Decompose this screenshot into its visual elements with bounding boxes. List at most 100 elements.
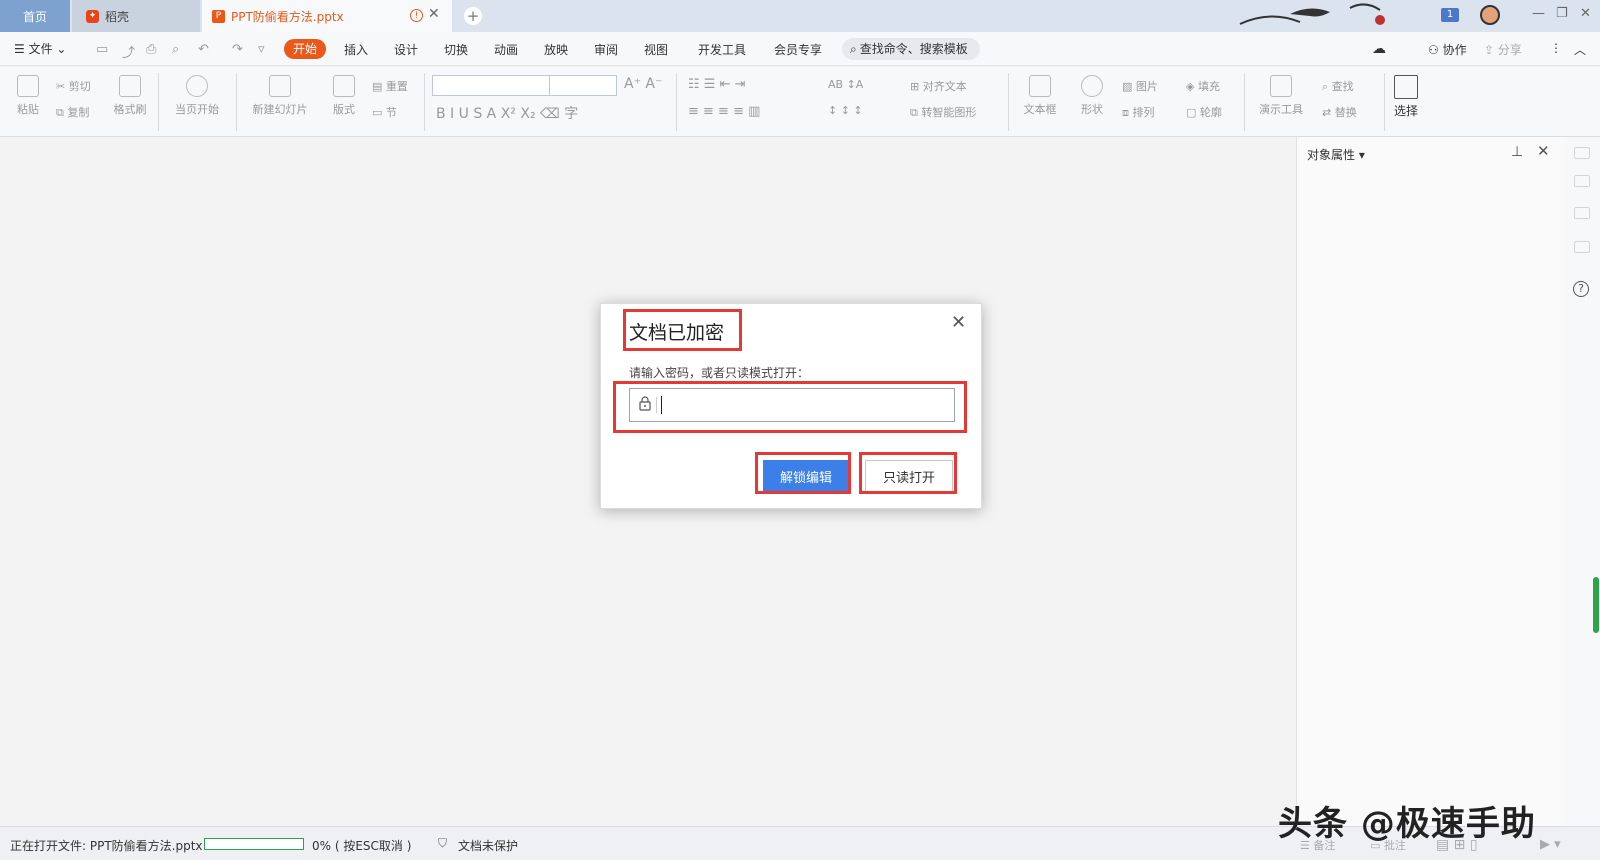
menu-animation[interactable]: 动画 [494, 41, 518, 58]
ribbon-divider [1244, 73, 1245, 131]
smart-art-button[interactable]: ⧉ 转智能图形 [910, 104, 976, 120]
paste-button[interactable]: 粘贴 [12, 75, 44, 117]
side-list-icon[interactable] [1574, 175, 1590, 187]
avatar[interactable] [1480, 5, 1500, 25]
file-menu[interactable]: ☰ 文件 ⌄ [14, 40, 66, 57]
unlock-edit-button[interactable]: 解锁编辑 [763, 460, 849, 492]
redo-icon[interactable]: ↷ [232, 42, 243, 57]
ribbon-divider [158, 73, 159, 131]
protection-status[interactable]: 文档未保护 [458, 837, 518, 854]
play-from-current-button[interactable]: 当页开始 [166, 75, 228, 117]
find-button[interactable]: ⌕ 查找 [1322, 78, 1354, 94]
close-dialog-icon[interactable]: ✕ [951, 312, 966, 333]
menu-transition[interactable]: 切换 [444, 41, 468, 58]
text-direction-icon[interactable]: AB ↕A [828, 78, 863, 91]
help-icon[interactable]: ? [1573, 281, 1589, 297]
lock-icon [639, 396, 651, 411]
side-toolbar: ? [1564, 137, 1600, 826]
align-text-button[interactable]: ⊞ 对齐文本 [910, 78, 967, 94]
menu-design[interactable]: 设计 [394, 41, 418, 58]
brush-icon [119, 75, 141, 97]
fill-button[interactable]: ◈ 填充 [1186, 78, 1220, 94]
select-button[interactable]: 选择 [1394, 75, 1418, 119]
font-grow-icon[interactable]: A⁺ A⁻ [624, 76, 662, 92]
undo-icon[interactable]: ↶ [198, 42, 209, 57]
more-icon[interactable]: ⋮ [1550, 41, 1562, 55]
command-search[interactable]: ⌕ 查找命令、搜索模板 [842, 38, 980, 60]
copy-button[interactable]: ⧉ 复制 [56, 104, 89, 120]
panel-title[interactable]: 对象属性 ▾ [1307, 146, 1365, 163]
tab-daoke[interactable]: ✦ 稻壳 [72, 0, 200, 32]
preview-icon[interactable]: ⌕ [172, 42, 179, 57]
ribbon-divider [236, 73, 237, 131]
ppt-file-icon: P [212, 9, 225, 23]
section-button[interactable]: ▭ 节 [372, 104, 397, 120]
password-input[interactable] [629, 388, 955, 422]
menu-member[interactable]: 会员专享 [774, 41, 822, 58]
ribbon-divider [1384, 73, 1385, 131]
outline-button[interactable]: ▢ 轮廓 [1186, 104, 1222, 120]
read-only-open-button[interactable]: 只读打开 [865, 460, 953, 492]
replace-button[interactable]: ⇄ 替换 [1322, 104, 1357, 120]
collab-button[interactable]: ⚇ 协作 [1428, 41, 1467, 58]
menu-review[interactable]: 审阅 [594, 41, 618, 58]
side-copy-icon[interactable] [1574, 241, 1590, 253]
play-icon [186, 75, 208, 97]
alignment-icons[interactable]: ≡ ≡ ≡ ≡ ▥ [688, 104, 760, 119]
tab-home[interactable]: 首页 [0, 0, 70, 32]
menu-developer[interactable]: 开发工具 [698, 41, 746, 58]
shape-button[interactable]: 形状 [1072, 75, 1112, 117]
textbox-button[interactable]: 文本框 [1016, 75, 1064, 117]
minimize-icon[interactable]: — [1532, 6, 1545, 21]
warning-icon[interactable]: ! [410, 9, 423, 22]
font-style-icons[interactable]: B I U S A X² X₂ ⌫ 字 [436, 103, 578, 123]
picture-button[interactable]: ▨ 图片 [1122, 78, 1158, 94]
new-slide-icon [269, 75, 291, 97]
close-tab-icon[interactable]: ✕ [428, 6, 440, 22]
print-icon[interactable]: ⎙ [146, 42, 156, 57]
ribbon-divider [676, 73, 677, 131]
menu-home[interactable]: 开始 [284, 39, 326, 59]
cloud-sync-icon[interactable]: ☁ [1372, 41, 1386, 57]
save-icon[interactable]: ▭ [96, 42, 108, 57]
menu-insert[interactable]: 插入 [344, 41, 368, 58]
font-name-select[interactable] [432, 75, 552, 96]
export-icon[interactable]: ⤴ [122, 42, 135, 61]
play-slideshow-icon[interactable]: ▶ ▾ [1540, 837, 1561, 852]
reset-button[interactable]: ▤ 重置 [372, 78, 408, 94]
present-tools-button[interactable]: 演示工具 [1252, 75, 1310, 117]
line-spacing-icons[interactable]: ↕ ↕ ↕ [828, 104, 863, 117]
customize-icon[interactable]: ▿ [258, 42, 265, 57]
present-tools-icon [1270, 75, 1292, 97]
menu-view[interactable]: 视图 [644, 41, 668, 58]
close-panel-icon[interactable]: ✕ [1537, 142, 1550, 160]
progress-text: 0% ( 按ESC取消 ) [312, 839, 412, 853]
side-star-icon[interactable] [1574, 207, 1590, 219]
collapse-ribbon-icon[interactable]: ︿ [1574, 41, 1586, 58]
restore-icon[interactable]: ❐ [1556, 6, 1568, 21]
tab-document[interactable]: P PPT防偷看方法.pptx ! ✕ [202, 0, 452, 32]
arrange-button[interactable]: ⧈ 排列 [1122, 104, 1155, 120]
notification-badge[interactable]: 1 [1441, 8, 1459, 22]
watermark-text: 头条 @极速手助 [1278, 804, 1536, 844]
bird-decoration-icon [1239, 3, 1385, 25]
font-size-select[interactable] [549, 75, 617, 96]
layout-button[interactable]: 版式 [326, 75, 362, 117]
encrypted-document-dialog: 文档已加密 ✕ 请输入密码，或者只读模式打开： 解锁编辑 只读打开 [600, 303, 982, 509]
textbox-icon [1029, 75, 1051, 97]
pin-icon[interactable]: ⊥ [1511, 144, 1523, 160]
opening-status: 正在打开文件: PPT防偷看方法.pptx [10, 839, 203, 853]
menu-slideshow[interactable]: 放映 [544, 41, 568, 58]
scroll-indicator[interactable] [1593, 577, 1599, 633]
format-painter-button[interactable]: 格式刷 [108, 75, 152, 117]
list-icons[interactable]: ☷ ☰ ⇤ ⇥ [688, 77, 746, 92]
dialog-title: 文档已加密 [629, 322, 725, 344]
close-window-icon[interactable]: ✕ [1580, 6, 1591, 21]
tab-bar: 首页 ✦ 稻壳 P PPT防偷看方法.pptx ! ✕ + 1 — ❐ ✕ [0, 0, 1600, 32]
ribbon-divider [1008, 73, 1009, 131]
share-button[interactable]: ⇪ 分享 [1484, 41, 1522, 58]
side-properties-icon[interactable] [1574, 147, 1590, 159]
new-tab-button[interactable]: + [464, 7, 482, 25]
new-slide-button[interactable]: 新建幻灯片 [244, 75, 316, 117]
cut-button[interactable]: ✂ 剪切 [56, 78, 91, 94]
